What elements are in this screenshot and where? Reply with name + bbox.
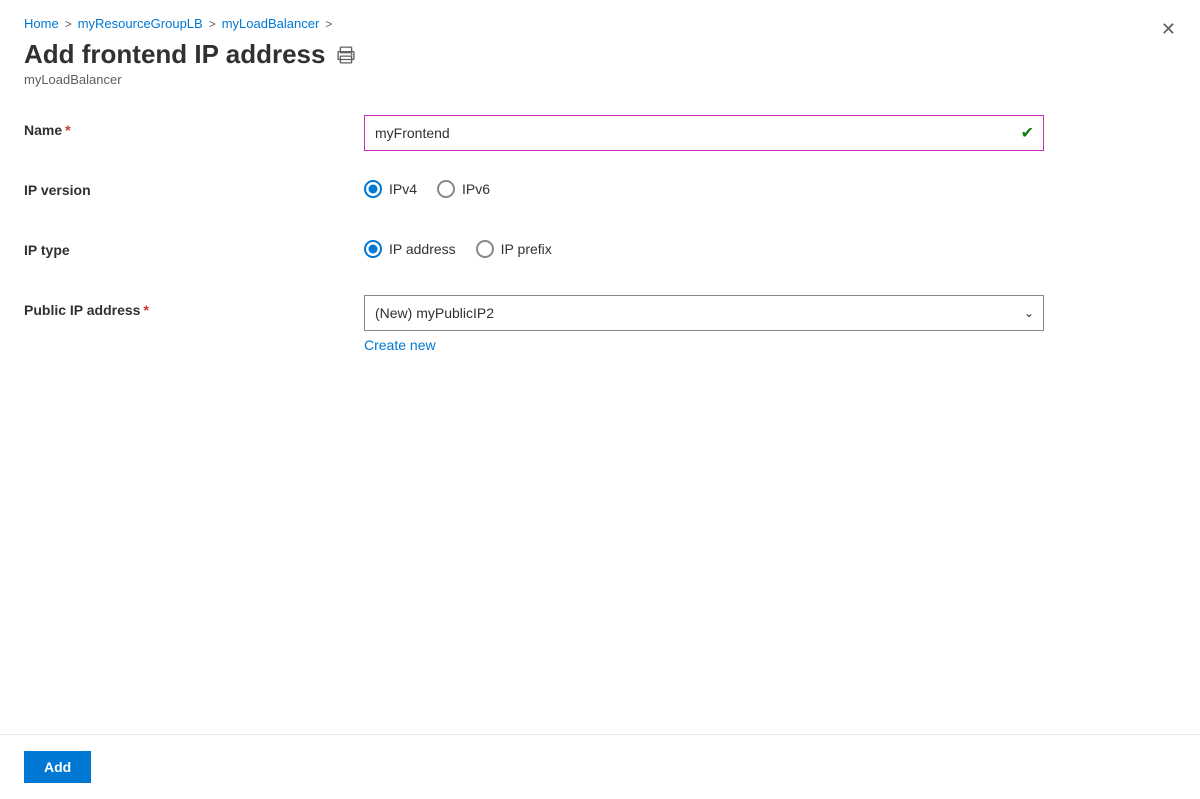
name-label: Name * [24,115,364,138]
footer: Add [0,734,1200,799]
ip-version-control: IPv4 IPv6 [364,175,1044,198]
name-row: Name * ✔ [24,115,1176,151]
radio-ipv6[interactable]: IPv6 [437,180,490,198]
radio-ip-prefix-input[interactable] [476,240,494,258]
add-button[interactable]: Add [24,751,91,783]
breadcrumb-sep-3: > [325,17,332,31]
radio-ipv6-input[interactable] [437,180,455,198]
breadcrumb: Home > myResourceGroupLB > myLoadBalance… [0,0,1200,31]
breadcrumb-home[interactable]: Home [24,16,59,31]
ip-type-row: IP type IP address IP prefix [24,235,1176,271]
ip-version-radio-group: IPv4 IPv6 [364,175,1044,198]
breadcrumb-resource-group[interactable]: myResourceGroupLB [78,16,203,31]
radio-ipv4-label: IPv4 [389,181,417,197]
form-area: Name * ✔ IP version IPv4 [0,87,1200,734]
close-icon[interactable]: ✕ [1161,20,1176,38]
name-input-wrapper: ✔ [364,115,1044,151]
ip-type-control: IP address IP prefix [364,235,1044,258]
page-wrapper: Home > myResourceGroupLB > myLoadBalance… [0,0,1200,799]
radio-ip-address[interactable]: IP address [364,240,456,258]
public-ip-dropdown-wrapper: (New) myPublicIP2 ⌄ [364,295,1044,331]
subtitle: myLoadBalancer [0,70,1200,87]
radio-ip-prefix-label: IP prefix [501,241,552,257]
page-title-area: Add frontend IP address [0,31,1200,70]
breadcrumb-load-balancer[interactable]: myLoadBalancer [222,16,320,31]
radio-ip-address-label: IP address [389,241,456,257]
public-ip-row: Public IP address * (New) myPublicIP2 ⌄ … [24,295,1176,353]
name-control: ✔ [364,115,1044,151]
ip-type-label: IP type [24,235,364,258]
radio-ipv4-input[interactable] [364,180,382,198]
name-input[interactable] [364,115,1044,151]
public-ip-control: (New) myPublicIP2 ⌄ Create new [364,295,1044,353]
public-ip-label: Public IP address * [24,295,364,318]
print-icon[interactable] [337,46,355,64]
breadcrumb-sep-2: > [209,17,216,31]
page-title: Add frontend IP address [24,39,325,70]
ip-version-label: IP version [24,175,364,198]
radio-ipv6-label: IPv6 [462,181,490,197]
breadcrumb-sep-1: > [65,17,72,31]
radio-ip-address-input[interactable] [364,240,382,258]
public-ip-required-star: * [143,302,148,318]
ip-type-radio-group: IP address IP prefix [364,235,1044,258]
radio-ip-prefix[interactable]: IP prefix [476,240,552,258]
radio-ipv4[interactable]: IPv4 [364,180,417,198]
name-required-star: * [65,122,70,138]
public-ip-dropdown[interactable]: (New) myPublicIP2 [364,295,1044,331]
create-new-link[interactable]: Create new [364,337,436,353]
ip-version-row: IP version IPv4 IPv6 [24,175,1176,211]
